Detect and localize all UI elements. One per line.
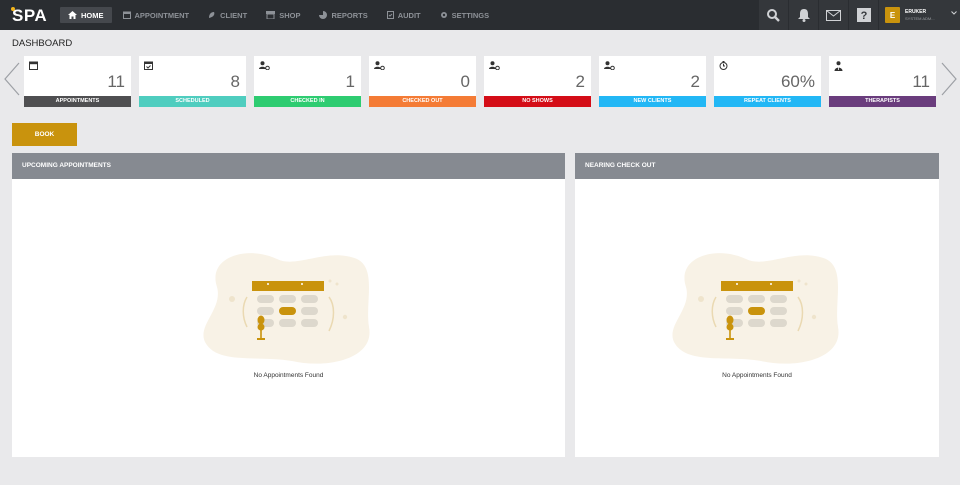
- stat-value: 8: [230, 72, 240, 91]
- book-button[interactable]: BOOK: [12, 123, 77, 146]
- empty-calendar-illustration: [203, 253, 370, 364]
- chevron-down-icon: [951, 11, 957, 15]
- panel-title: UPCOMING APPOINTMENTS: [12, 153, 565, 179]
- stat-card-new-clients[interactable]: 2 NEW CLIENTS: [599, 56, 706, 107]
- stat-value: 1: [345, 72, 355, 91]
- stat-label: CHECKED OUT: [369, 96, 476, 107]
- stat-value: 11: [107, 72, 125, 91]
- user-menu[interactable]: E ERUKER SYSTEM ADM...: [878, 0, 960, 30]
- bell-icon: [797, 8, 810, 22]
- stat-value: 60%: [780, 72, 815, 91]
- avatar: E: [885, 7, 900, 23]
- calendar-check-icon: [144, 61, 153, 70]
- stat-card-scheduled[interactable]: 8 SCHEDULED: [139, 56, 246, 107]
- home-icon: [68, 11, 77, 19]
- messages-button[interactable]: [818, 0, 848, 30]
- page-title: DASHBOARD: [12, 38, 73, 49]
- panel-title: NEARING CHECK OUT: [575, 153, 939, 179]
- user-role: SYSTEM ADM...: [905, 16, 935, 21]
- stat-value: 11: [912, 72, 930, 91]
- gear-icon: [440, 12, 447, 18]
- stat-label: NEW CLIENTS: [599, 96, 706, 107]
- empty-calendar-illustration: [672, 253, 839, 364]
- notifications-button[interactable]: [788, 0, 818, 30]
- stat-label: REPEAT CLIENTS: [714, 96, 821, 107]
- stat-value: 2: [575, 72, 585, 91]
- search-icon: [767, 8, 780, 22]
- user-clock-icon: [259, 61, 270, 70]
- svg-text:?: ?: [860, 10, 867, 22]
- calendar-icon: [29, 61, 38, 70]
- nav-settings[interactable]: SETTINGS: [432, 7, 498, 23]
- mail-icon: [826, 9, 841, 21]
- user-clock-icon: [489, 61, 500, 70]
- nav-client[interactable]: CLIENT: [200, 7, 255, 23]
- help-button[interactable]: ?: [848, 0, 878, 30]
- stat-value: 0: [460, 72, 470, 91]
- repeat-icon: [719, 61, 728, 70]
- stat-card-therapists[interactable]: 11 THERAPISTS: [829, 56, 936, 107]
- client-icon: [209, 12, 215, 18]
- stat-card-repeat-clients[interactable]: 60% REPEAT CLIENTS: [714, 56, 821, 107]
- main-nav: HOME APPOINTMENT CLIENT SHOP REPORTS AUD…: [60, 7, 500, 23]
- app-logo[interactable]: SPA: [11, 6, 47, 26]
- help-icon: ?: [856, 8, 871, 22]
- chevron-right-icon[interactable]: [940, 62, 958, 96]
- stat-card-no-shows[interactable]: 2 NO SHOWS: [484, 56, 591, 107]
- nav-audit[interactable]: AUDIT: [379, 7, 429, 23]
- stat-label: APPOINTMENTS: [24, 96, 131, 107]
- nearing-check-out-panel: NEARING CHECK OUT No Appointments Found: [575, 153, 939, 457]
- nav-shop[interactable]: SHOP: [258, 7, 308, 23]
- stat-value: 2: [690, 72, 700, 91]
- top-right-tools: ? E ERUKER SYSTEM ADM...: [758, 0, 960, 30]
- user-clock-icon: [604, 61, 615, 70]
- stat-label: THERAPISTS: [829, 96, 936, 107]
- audit-icon: [386, 11, 394, 19]
- calendar-icon: [122, 11, 131, 19]
- stat-label: SCHEDULED: [139, 96, 246, 107]
- empty-state-message: No Appointments Found: [722, 372, 792, 379]
- therapist-icon: [834, 61, 843, 71]
- stat-card-appointments[interactable]: 11 APPOINTMENTS: [24, 56, 131, 107]
- stat-card-checked-out[interactable]: 0 CHECKED OUT: [369, 56, 476, 107]
- stat-label: CHECKED IN: [254, 96, 361, 107]
- nav-home[interactable]: HOME: [60, 7, 112, 23]
- upcoming-appointments-panel: UPCOMING APPOINTMENTS No Appointments Fo…: [12, 153, 565, 457]
- nav-reports[interactable]: REPORTS: [311, 7, 375, 23]
- empty-state-message: No Appointments Found: [253, 372, 324, 379]
- shop-icon: [266, 11, 276, 19]
- search-button[interactable]: [758, 0, 788, 30]
- stat-label: NO SHOWS: [484, 96, 591, 107]
- user-clock-icon: [374, 61, 385, 70]
- reports-icon: [319, 11, 328, 19]
- user-name: ERUKER: [905, 9, 927, 15]
- stat-card-checked-in[interactable]: 1 CHECKED IN: [254, 56, 361, 107]
- chevron-left-icon[interactable]: [3, 62, 21, 96]
- top-bar: SPA HOME APPOINTMENT CLIENT SHOP REPORTS…: [0, 0, 960, 30]
- nav-appointment[interactable]: APPOINTMENT: [115, 7, 198, 23]
